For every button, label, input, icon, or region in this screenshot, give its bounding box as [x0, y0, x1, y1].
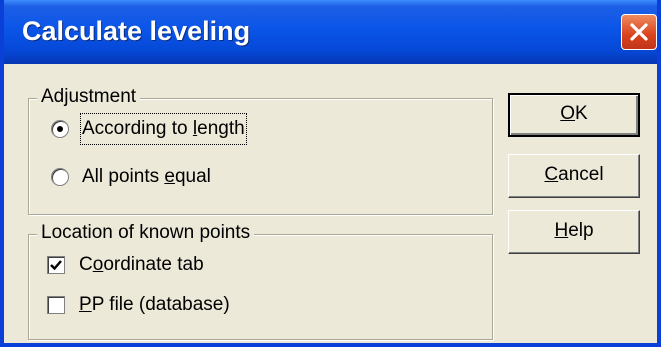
checkbox-pp-file[interactable] — [47, 296, 65, 314]
label-all-points-equal[interactable]: All points equal — [82, 163, 211, 191]
radio-selected-dot — [57, 126, 63, 132]
label-according-to-length[interactable]: According to length — [80, 113, 247, 145]
known-points-legend: Location of known points — [37, 222, 255, 244]
title-bar[interactable]: Calculate leveling — [4, 0, 657, 64]
label-coordinate-tab[interactable]: Coordinate tab — [79, 251, 204, 279]
radio-according-to-length[interactable] — [51, 120, 69, 138]
checkmark-icon — [50, 260, 62, 271]
ok-button[interactable]: OK — [508, 93, 640, 137]
dialog-window: Calculate leveling Adjustment According … — [0, 0, 661, 347]
label-pp-file[interactable]: PP file (database) — [79, 291, 230, 319]
checkbox-coordinate-tab[interactable] — [47, 256, 65, 274]
cancel-button[interactable]: Cancel — [508, 154, 640, 198]
known-points-group: Location of known points — [28, 222, 493, 340]
adjustment-legend: Adjustment — [37, 86, 141, 108]
help-button[interactable]: Help — [508, 210, 640, 254]
close-button[interactable] — [621, 14, 657, 50]
close-icon — [630, 23, 648, 41]
radio-all-points-equal[interactable] — [51, 168, 69, 186]
window-title: Calculate leveling — [22, 16, 251, 46]
